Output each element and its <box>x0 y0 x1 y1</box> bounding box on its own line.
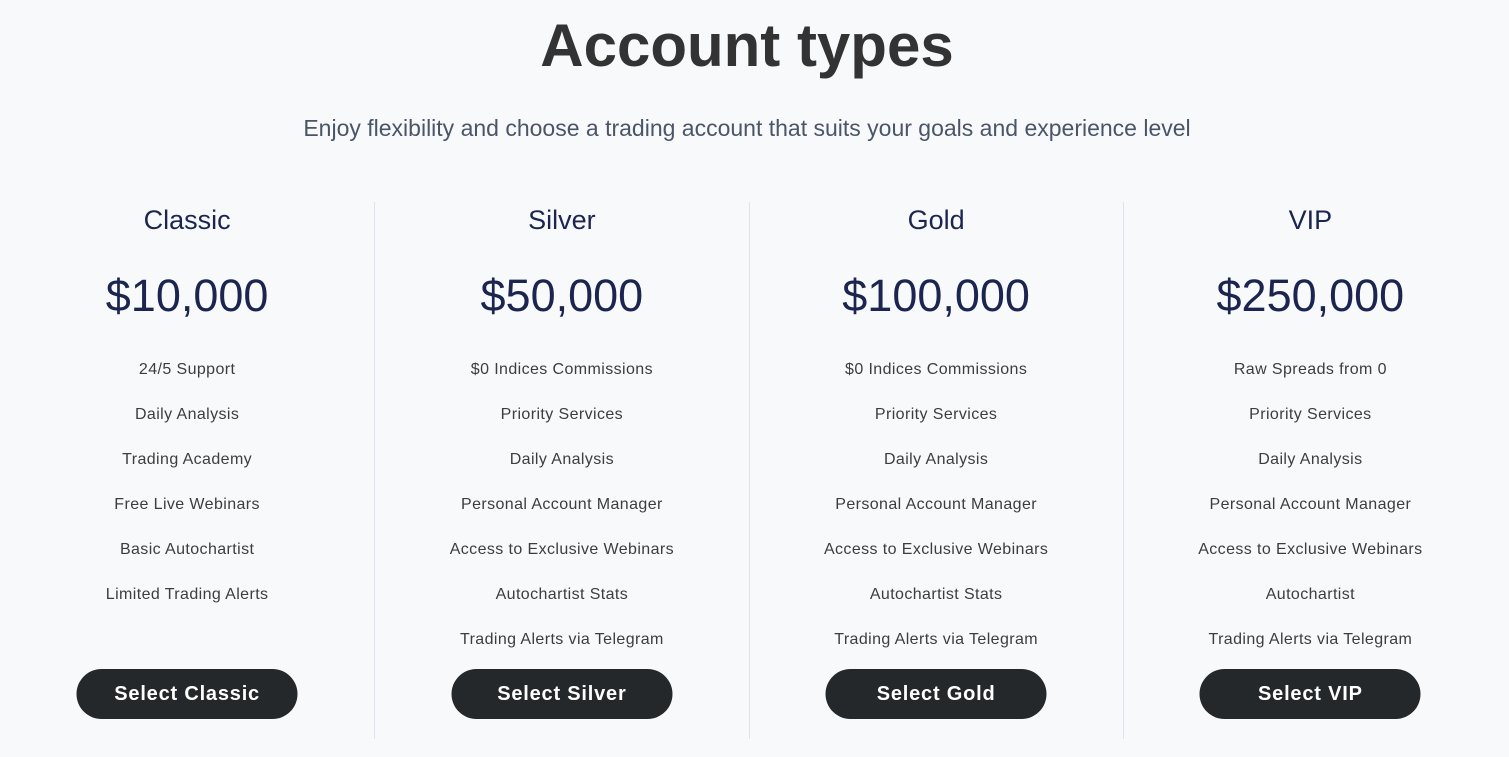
feature-item: Daily Analysis <box>1258 451 1363 468</box>
feature-item: Trading Alerts via Telegram <box>1208 631 1413 648</box>
feature-list: 24/5 Support Daily Analysis Trading Acad… <box>0 359 374 629</box>
feature-item: Autochartist <box>1265 586 1356 603</box>
plan-price: $10,000 <box>105 270 269 321</box>
plan-price: $50,000 <box>480 270 644 321</box>
feature-item: Trading Alerts via Telegram <box>834 631 1039 648</box>
feature-item: Access to Exclusive Webinars <box>449 541 675 558</box>
feature-item: Autochartist Stats <box>495 586 629 603</box>
feature-item: Raw Spreads from 0 <box>1233 361 1387 378</box>
feature-item: Autochartist Stats <box>869 586 1003 603</box>
feature-item: Daily Analysis <box>134 406 240 423</box>
feature-item: Access to Exclusive Webinars <box>823 541 1049 558</box>
feature-item: Daily Analysis <box>883 451 989 468</box>
plan-gold: Gold $100,000 $0 Indices Commissions Pri… <box>748 202 1123 739</box>
feature-item: Limited Trading Alerts <box>105 586 269 603</box>
plan-price: $250,000 <box>1216 270 1405 321</box>
feature-list: $0 Indices Commissions Priority Services… <box>750 359 1123 674</box>
account-plans: Classic $10,000 24/5 Support Daily Analy… <box>0 202 1497 739</box>
select-classic-button[interactable]: Select Classic <box>76 669 298 719</box>
page-title: Account types <box>540 12 954 79</box>
plan-price: $100,000 <box>842 270 1030 321</box>
feature-item: Personal Account Manager <box>835 496 1037 513</box>
feature-item: Trading Alerts via Telegram <box>459 631 664 648</box>
feature-item: Personal Account Manager <box>1209 496 1412 513</box>
feature-item: Trading Academy <box>122 451 253 468</box>
plan-name: Gold <box>907 205 965 235</box>
select-gold-button[interactable]: Select Gold <box>825 669 1047 719</box>
feature-item: Daily Analysis <box>509 451 615 468</box>
plan-name: Classic <box>143 205 231 235</box>
feature-item: Personal Account Manager <box>461 496 663 513</box>
plan-vip: VIP $250,000 Raw Spreads from 0 Priority… <box>1122 202 1497 739</box>
feature-list: $0 Indices Commissions Priority Services… <box>375 359 748 674</box>
feature-item: Basic Autochartist <box>119 541 255 558</box>
plan-classic: Classic $10,000 24/5 Support Daily Analy… <box>0 202 374 739</box>
plan-name: VIP <box>1288 205 1333 235</box>
page-subtitle: Enjoy flexibility and choose a trading a… <box>303 115 1191 141</box>
feature-item: Free Live Webinars <box>114 496 260 513</box>
feature-item: Priority Services <box>874 406 998 423</box>
feature-item: Priority Services <box>1249 406 1372 423</box>
feature-item: 24/5 Support <box>138 361 236 378</box>
feature-item: Access to Exclusive Webinars <box>1198 541 1423 558</box>
select-vip-button[interactable]: Select VIP <box>1199 669 1421 719</box>
plan-name: Silver <box>528 205 596 235</box>
feature-item: Priority Services <box>500 406 624 423</box>
feature-item: $0 Indices Commissions <box>470 361 653 378</box>
plan-silver: Silver $50,000 $0 Indices Commissions Pr… <box>374 202 748 739</box>
select-silver-button[interactable]: Select Silver <box>451 669 673 719</box>
feature-list: Raw Spreads from 0 Priority Services Dai… <box>1124 359 1497 674</box>
feature-item: $0 Indices Commissions <box>845 361 1028 378</box>
